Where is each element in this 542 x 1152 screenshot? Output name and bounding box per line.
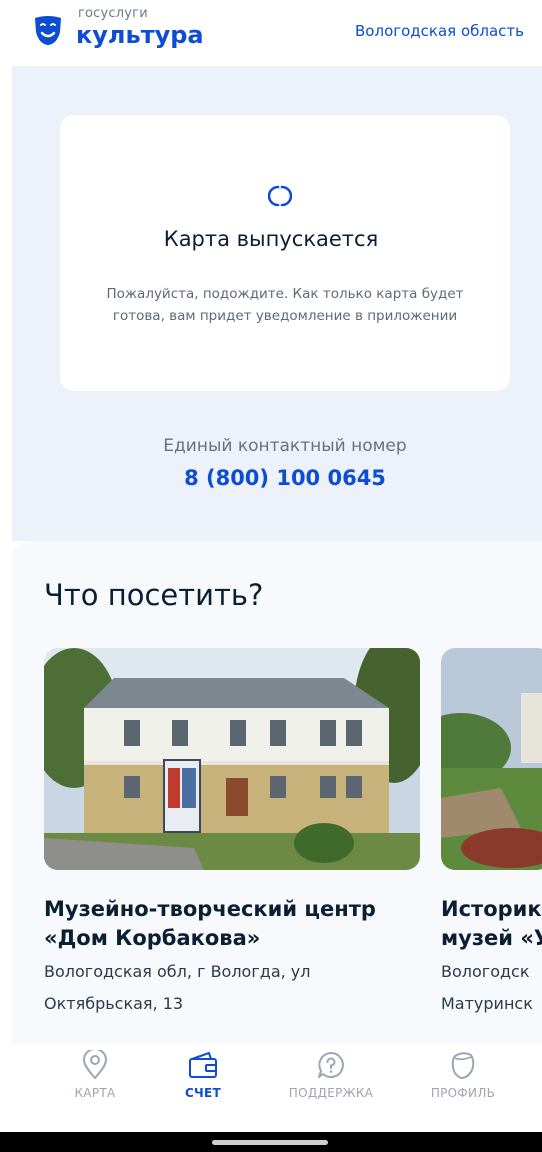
tab-support[interactable]: ПОДДЕРЖКА <box>286 1050 376 1100</box>
visit-title: Что посетить? <box>44 578 264 612</box>
place-address: Вологодская обл, г Вологда, ул Октябрьск… <box>44 962 311 1013</box>
contact-label: Единый контактный номер <box>163 436 407 456</box>
region-selector[interactable]: Вологодская область <box>355 22 524 40</box>
app-header: госуслуги культура Вологодская область <box>0 0 542 66</box>
place-photo-dom-korbakova[interactable] <box>44 648 420 870</box>
place-name[interactable]: Историк музей «У <box>441 895 542 953</box>
tab-label: КАРТА <box>74 1086 116 1100</box>
logo-title: культура <box>76 21 204 49</box>
mask-logo-icon <box>35 16 61 45</box>
tab-account[interactable]: СЧЕТ <box>158 1050 248 1100</box>
tab-label: СЧЕТ <box>184 1086 222 1100</box>
map-pin-icon <box>82 1050 108 1080</box>
card-status-text: Пожалуйста, подождите. Как только карта … <box>106 286 464 324</box>
profile-icon <box>451 1052 475 1080</box>
home-gesture-handle[interactable] <box>212 1140 328 1145</box>
tab-map[interactable]: КАРТА <box>50 1050 140 1100</box>
tab-profile[interactable]: ПРОФИЛЬ <box>418 1050 508 1100</box>
card-status-title: Карта выпускается <box>163 227 379 251</box>
card-status-panel <box>60 115 510 391</box>
logo-subtitle: госуслуги <box>78 6 148 21</box>
place-name[interactable]: Музейно-творческий центр «Дом Корбакова» <box>44 895 434 953</box>
tab-label: ПРОФИЛЬ <box>430 1086 496 1100</box>
contact-phone-link[interactable]: 8 (800) 100 0645 <box>0 466 542 490</box>
place-address: Вологодск Матуринск <box>441 962 533 1013</box>
spinner-icon <box>268 185 292 207</box>
tab-label: ПОДДЕРЖКА <box>288 1086 374 1100</box>
place-photo-history-museum[interactable] <box>441 648 542 870</box>
support-icon <box>318 1052 344 1078</box>
wallet-icon <box>189 1052 217 1078</box>
